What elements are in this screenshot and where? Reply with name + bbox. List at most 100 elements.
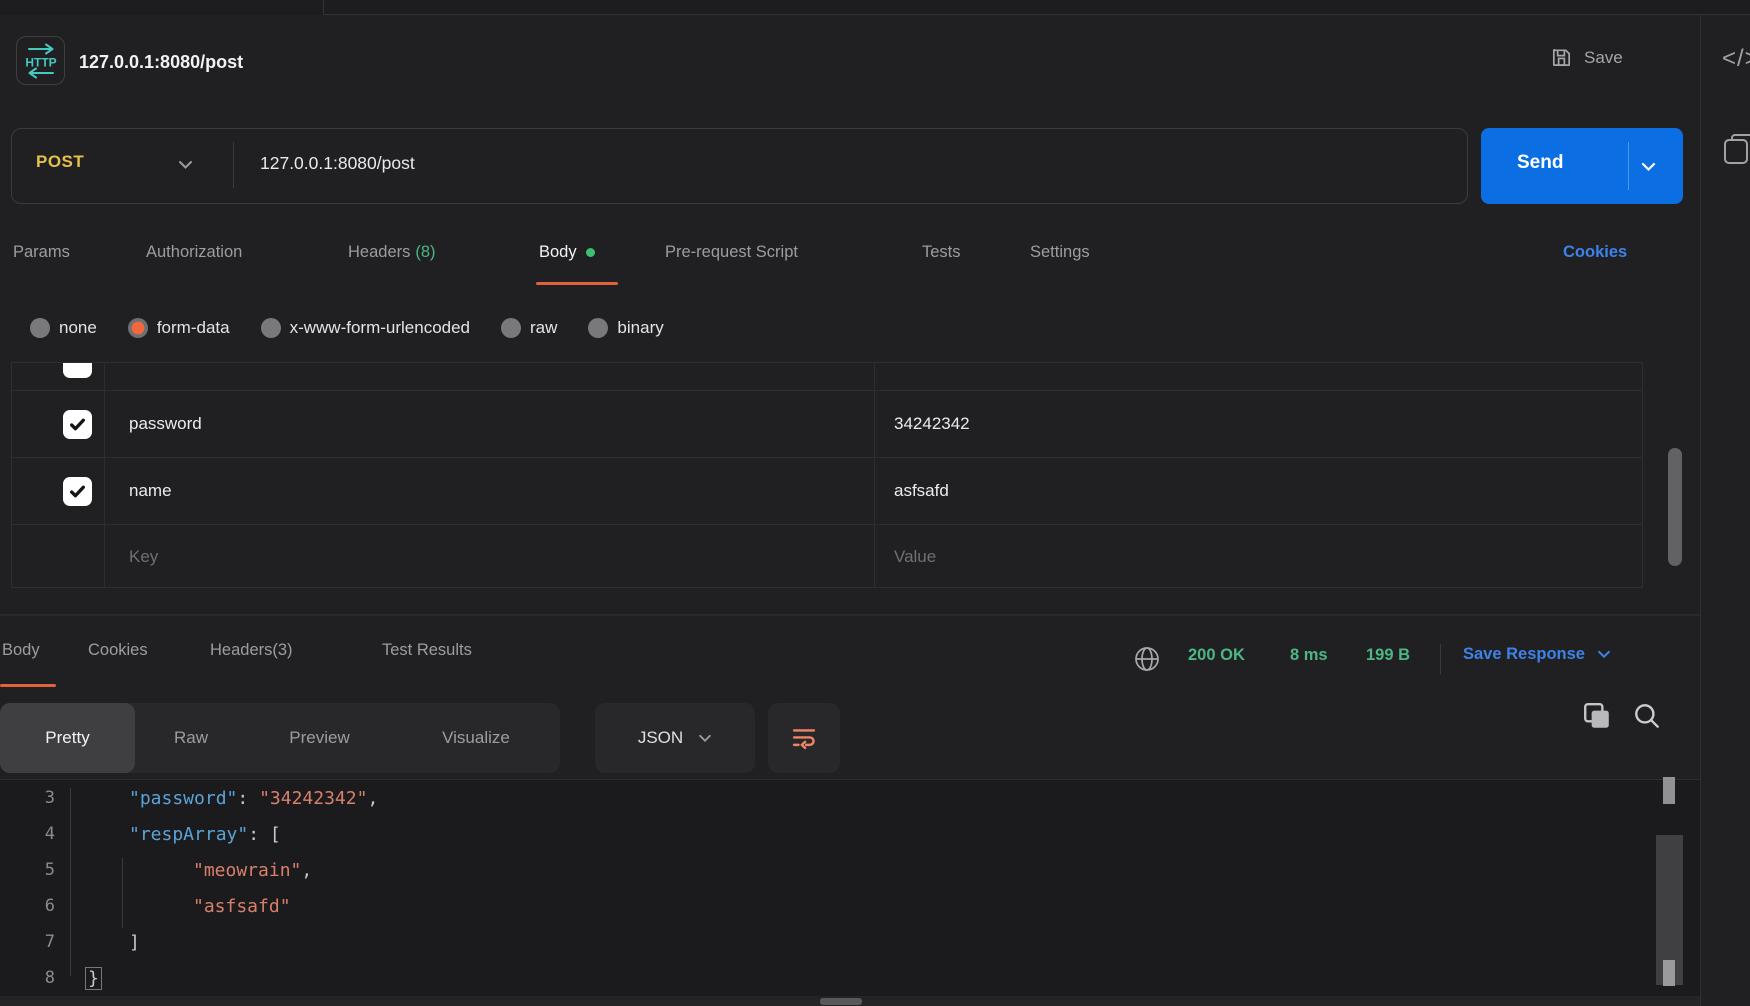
table-row[interactable]: password 34242342 [12, 391, 1642, 458]
send-label: Send [1517, 152, 1563, 174]
code-snippet-icon[interactable]: </> [1722, 45, 1750, 73]
code-line: 4 "respArray": [ [0, 816, 1700, 852]
radio-binary[interactable]: binary [588, 318, 663, 338]
cookies-link[interactable]: Cookies [1563, 243, 1627, 262]
radio-icon [501, 318, 521, 338]
form-key-field[interactable]: name [104, 481, 874, 501]
value-placeholder[interactable]: Value [874, 547, 1642, 567]
vertical-scrollbar-thumb[interactable] [1668, 448, 1682, 566]
save-response-button[interactable]: Save Response [1463, 645, 1611, 664]
status-code[interactable]: 200 OK [1188, 646, 1245, 665]
view-pretty[interactable]: Pretty [0, 703, 135, 773]
table-row-placeholder[interactable]: Key Value [12, 525, 1642, 588]
response-view-switcher: Pretty Raw Preview Visualize [0, 703, 560, 773]
active-response-tab-underline [0, 684, 56, 687]
form-value-field[interactable]: asfsafd [874, 481, 1642, 501]
headers-count-badge: (8) [415, 243, 435, 261]
active-tab-underline [536, 282, 618, 285]
tab-headers[interactable]: Headers(8) [348, 243, 436, 262]
body-modified-dot [586, 248, 595, 257]
tab-tests[interactable]: Tests [922, 243, 961, 262]
body-type-options: none form-data x-www-form-urlencoded raw… [30, 311, 664, 345]
response-body-viewer[interactable]: 3 "password": "34242342", 4 "respArray":… [0, 779, 1700, 997]
form-value-field[interactable]: 34242342 [874, 414, 1642, 434]
radio-none[interactable]: none [30, 318, 97, 338]
search-response-icon[interactable] [1632, 701, 1662, 731]
save-button[interactable]: Save [1550, 46, 1623, 69]
request-title: 127.0.0.1:8080/post [79, 52, 243, 73]
response-tab-cookies[interactable]: Cookies [88, 641, 148, 660]
tab-params[interactable]: Params [13, 243, 70, 262]
right-sidebar: </> [1700, 15, 1750, 1006]
chevron-down-icon[interactable] [178, 160, 193, 170]
http-method-badge: HTTP [16, 36, 65, 85]
tab-prerequest-script[interactable]: Pre-request Script [665, 243, 798, 262]
save-response-label: Save Response [1463, 645, 1585, 664]
line-number: 5 [0, 860, 55, 880]
tab-authorization[interactable]: Authorization [146, 243, 242, 262]
code-line: 7 ] [0, 924, 1700, 960]
code-line: 5 "meowrain", [0, 852, 1700, 888]
response-tab-body[interactable]: Body [2, 641, 40, 660]
request-response-divider[interactable] [0, 614, 1700, 616]
checkbox-checked[interactable] [63, 477, 92, 506]
status-divider [1440, 644, 1441, 674]
wrap-lines-icon [790, 724, 818, 752]
horizontal-scrollbar-thumb[interactable] [820, 998, 862, 1005]
radio-form-data[interactable]: form-data [128, 318, 230, 338]
window-tab-strip [0, 0, 1750, 15]
response-tab-test-results[interactable]: Test Results [382, 641, 472, 660]
radio-icon [261, 318, 281, 338]
code-scrollbar-thumb[interactable] [1663, 960, 1675, 986]
copy-response-icon[interactable] [1582, 701, 1612, 731]
response-tab-headers[interactable]: Headers(3) [210, 641, 293, 660]
matched-bracket: } [85, 967, 102, 990]
radio-x-www-form-urlencoded[interactable]: x-www-form-urlencoded [261, 318, 470, 338]
response-size[interactable]: 199 B [1366, 646, 1410, 665]
chevron-down-icon [698, 734, 712, 743]
response-time[interactable]: 8 ms [1290, 646, 1328, 665]
send-button[interactable]: Send [1481, 128, 1683, 204]
tab-strip-divider [323, 0, 324, 15]
chevron-down-icon[interactable] [1641, 162, 1656, 172]
key-placeholder[interactable]: Key [104, 547, 874, 567]
line-number: 8 [0, 968, 55, 988]
radio-selected-icon [128, 318, 148, 338]
format-select[interactable]: JSON [595, 703, 755, 773]
view-visualize[interactable]: Visualize [392, 703, 560, 773]
line-number: 6 [0, 896, 55, 916]
table-row[interactable]: name asfsafd [12, 458, 1642, 525]
view-raw[interactable]: Raw [135, 703, 247, 773]
indent-guide [70, 788, 71, 976]
response-headers-count: (3) [272, 641, 292, 659]
form-key-field[interactable]: password [104, 414, 874, 434]
checkbox-clipped[interactable] [63, 363, 92, 378]
radio-icon [588, 318, 608, 338]
code-scrollbar-thumb[interactable] [1663, 777, 1675, 804]
http-badge-label: HTTP [25, 55, 56, 69]
url-input[interactable]: 127.0.0.1:8080/post [260, 153, 415, 174]
send-split-divider [1628, 142, 1629, 190]
view-preview[interactable]: Preview [247, 703, 392, 773]
checkbox-checked[interactable] [63, 410, 92, 439]
table-row-partial [12, 363, 1642, 391]
line-number: 7 [0, 932, 55, 952]
code-line: 8 } [0, 960, 1700, 996]
radio-icon [30, 318, 50, 338]
radio-raw[interactable]: raw [501, 318, 557, 338]
save-label: Save [1584, 48, 1623, 68]
wrap-lines-button[interactable] [768, 703, 840, 773]
tab-strip-border [324, 14, 1750, 15]
network-globe-icon[interactable] [1132, 644, 1162, 674]
line-number: 3 [0, 788, 55, 808]
form-data-table: password 34242342 name asfsafd Key Value [11, 362, 1643, 588]
method-selector[interactable]: POST [36, 152, 84, 172]
line-number: 4 [0, 824, 55, 844]
documentation-icon[interactable] [1723, 133, 1750, 165]
url-input-container [11, 128, 1468, 204]
tab-settings[interactable]: Settings [1030, 243, 1090, 262]
save-icon [1550, 46, 1573, 69]
code-line: 3 "password": "34242342", [0, 780, 1700, 816]
tab-body[interactable]: Body [539, 243, 595, 262]
method-url-divider [233, 142, 234, 188]
